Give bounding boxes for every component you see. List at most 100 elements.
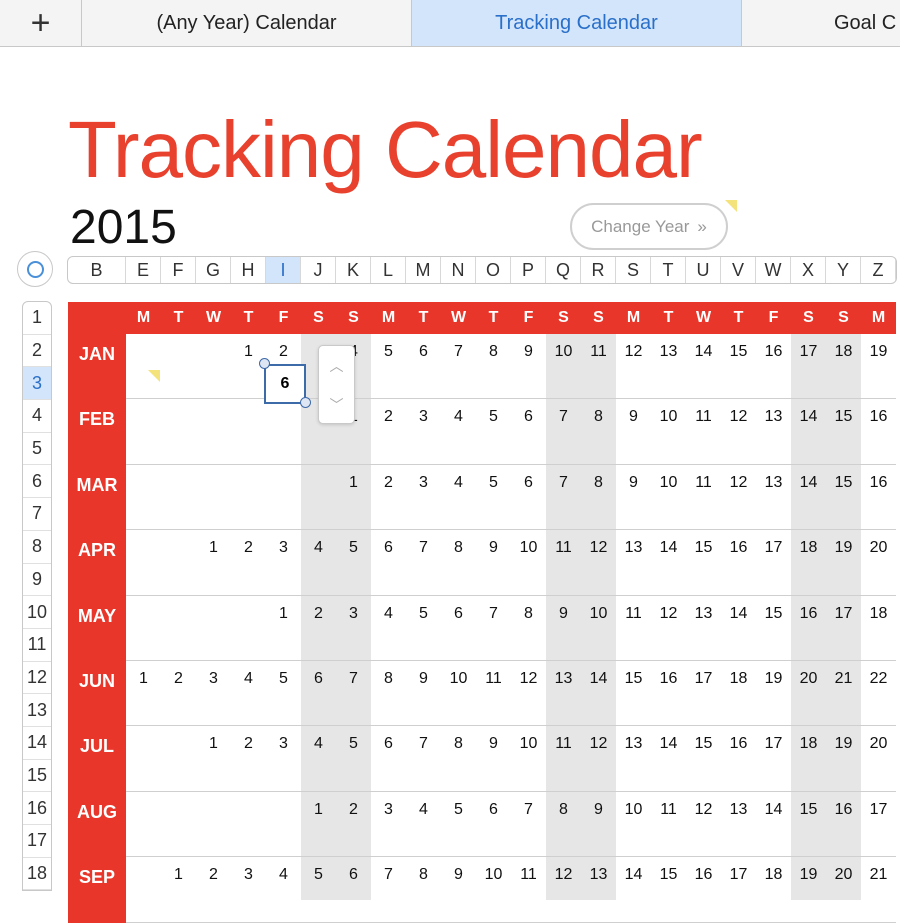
day-cell[interactable]: 13 — [616, 539, 651, 557]
day-cell[interactable]: 5 — [336, 539, 371, 557]
day-cell[interactable]: 20 — [826, 866, 861, 884]
day-cell[interactable]: 9 — [441, 866, 476, 884]
row-header-4[interactable]: 4 — [23, 400, 51, 433]
day-cell[interactable]: 11 — [511, 866, 546, 884]
day-cell[interactable]: 19 — [826, 735, 861, 753]
day-cell[interactable]: 4 — [301, 735, 336, 753]
tab-any-year-calendar[interactable]: (Any Year) Calendar — [82, 0, 412, 46]
day-cell[interactable]: 3 — [336, 605, 371, 623]
day-cell[interactable]: 12 — [651, 605, 686, 623]
day-cell[interactable]: 21 — [826, 670, 861, 688]
day-cell[interactable]: 6 — [441, 605, 476, 623]
row-header-18[interactable]: 18 — [23, 858, 51, 891]
day-cell[interactable]: 7 — [441, 343, 476, 361]
day-cell[interactable]: 9 — [546, 605, 581, 623]
day-cell[interactable]: 6 — [336, 866, 371, 884]
row-header-9[interactable]: 9 — [23, 564, 51, 597]
column-header-h[interactable]: H — [231, 257, 266, 283]
day-cell[interactable]: 1 — [301, 801, 336, 819]
day-cell[interactable]: 12 — [686, 801, 721, 819]
column-header-v[interactable]: V — [721, 257, 756, 283]
change-year-button[interactable]: Change Year » — [570, 203, 728, 250]
day-cell[interactable]: 14 — [791, 474, 826, 492]
row-header-8[interactable]: 8 — [23, 531, 51, 564]
day-cell[interactable]: 8 — [441, 735, 476, 753]
day-cell[interactable]: 13 — [756, 474, 791, 492]
day-cell[interactable]: 5 — [371, 343, 406, 361]
day-cell[interactable]: 18 — [861, 605, 896, 623]
day-cell[interactable]: 7 — [336, 670, 371, 688]
day-cell[interactable]: 2 — [371, 408, 406, 426]
day-cell[interactable]: 4 — [441, 474, 476, 492]
value-stepper[interactable]: ︿ ﹀ — [318, 345, 355, 424]
row-header-16[interactable]: 16 — [23, 792, 51, 825]
day-cell[interactable]: 14 — [686, 343, 721, 361]
column-header-q[interactable]: Q — [546, 257, 581, 283]
day-cell[interactable]: 12 — [546, 866, 581, 884]
day-cell[interactable]: 7 — [476, 605, 511, 623]
day-cell[interactable]: 9 — [406, 670, 441, 688]
column-header-u[interactable]: U — [686, 257, 721, 283]
day-cell[interactable]: 10 — [511, 539, 546, 557]
day-cell[interactable]: 19 — [756, 670, 791, 688]
day-cell[interactable]: 15 — [791, 801, 826, 819]
day-cell[interactable]: 16 — [791, 605, 826, 623]
day-cell[interactable]: 4 — [231, 670, 266, 688]
day-cell[interactable]: 15 — [826, 408, 861, 426]
day-cell[interactable]: 14 — [756, 801, 791, 819]
day-cell[interactable]: 14 — [616, 866, 651, 884]
day-cell[interactable]: 13 — [756, 408, 791, 426]
day-cell[interactable]: 8 — [581, 408, 616, 426]
column-header-e[interactable]: E — [126, 257, 161, 283]
day-cell[interactable]: 13 — [721, 801, 756, 819]
day-cell[interactable]: 3 — [231, 866, 266, 884]
day-cell[interactable]: 10 — [511, 735, 546, 753]
day-cell[interactable]: 20 — [861, 735, 896, 753]
day-cell[interactable]: 12 — [581, 735, 616, 753]
row-header-12[interactable]: 12 — [23, 662, 51, 695]
row-header-6[interactable]: 6 — [23, 465, 51, 499]
day-cell[interactable]: 5 — [406, 605, 441, 623]
day-cell[interactable]: 14 — [651, 735, 686, 753]
day-cell[interactable]: 1 — [336, 474, 371, 492]
day-cell[interactable]: 1 — [196, 539, 231, 557]
column-header-j[interactable]: J — [301, 257, 336, 283]
selection-handle[interactable] — [300, 397, 311, 408]
day-cell[interactable]: 9 — [616, 474, 651, 492]
day-cell[interactable]: 5 — [476, 408, 511, 426]
day-cell[interactable]: 5 — [266, 670, 301, 688]
day-cell[interactable]: 11 — [476, 670, 511, 688]
day-cell[interactable]: 5 — [301, 866, 336, 884]
day-cell[interactable]: 2 — [266, 343, 301, 361]
day-cell[interactable]: 15 — [826, 474, 861, 492]
day-cell[interactable]: 11 — [546, 735, 581, 753]
day-cell[interactable]: 10 — [651, 408, 686, 426]
day-cell[interactable]: 2 — [161, 670, 196, 688]
day-cell[interactable]: 19 — [826, 539, 861, 557]
selection-handle[interactable] — [259, 358, 270, 369]
day-cell[interactable]: 2 — [231, 735, 266, 753]
day-cell[interactable]: 18 — [756, 866, 791, 884]
day-cell[interactable]: 16 — [861, 474, 896, 492]
day-cell[interactable]: 19 — [861, 343, 896, 361]
day-cell[interactable]: 2 — [336, 801, 371, 819]
day-cell[interactable]: 7 — [371, 866, 406, 884]
day-cell[interactable]: 17 — [721, 866, 756, 884]
day-cell[interactable]: 16 — [721, 735, 756, 753]
row-header-3[interactable]: 3 — [23, 367, 51, 401]
column-header-y[interactable]: Y — [826, 257, 861, 283]
day-cell[interactable]: 7 — [406, 539, 441, 557]
day-cell[interactable]: 3 — [406, 474, 441, 492]
day-cell[interactable]: 13 — [546, 670, 581, 688]
day-cell[interactable]: 8 — [406, 866, 441, 884]
day-cell[interactable]: 18 — [826, 343, 861, 361]
day-cell[interactable]: 12 — [511, 670, 546, 688]
day-cell[interactable]: 16 — [756, 343, 791, 361]
day-cell[interactable]: 14 — [721, 605, 756, 623]
day-cell[interactable]: 17 — [791, 343, 826, 361]
day-cell[interactable]: 14 — [651, 539, 686, 557]
day-cell[interactable]: 2 — [196, 866, 231, 884]
day-cell[interactable]: 4 — [266, 866, 301, 884]
day-cell[interactable]: 12 — [721, 474, 756, 492]
day-cell[interactable]: 15 — [651, 866, 686, 884]
